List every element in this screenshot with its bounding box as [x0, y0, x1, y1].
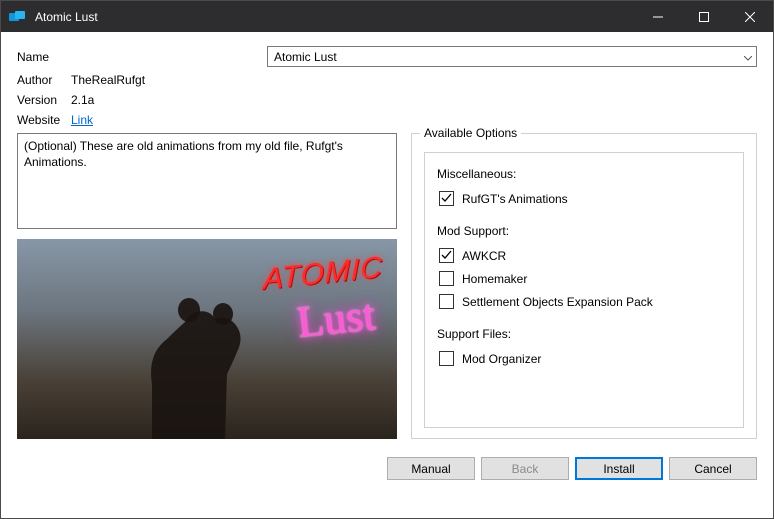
name-label: Name	[17, 50, 71, 64]
minimize-button[interactable]	[635, 1, 681, 32]
preview-image: ATOMIC Lust	[17, 239, 397, 439]
maximize-button[interactable]	[681, 1, 727, 32]
options-inner-box: Miscellaneous: RufGT's Animations Mod Su…	[424, 152, 744, 428]
checkbox-checked-icon	[439, 191, 454, 206]
checkbox-unchecked-icon	[439, 351, 454, 366]
preview-logo-bottom: Lust	[294, 289, 377, 348]
option-rufgts-animations[interactable]: RufGT's Animations	[439, 191, 731, 206]
option-label: Homemaker	[462, 272, 527, 286]
window-controls	[635, 1, 773, 32]
option-label: RufGT's Animations	[462, 192, 568, 206]
checkbox-unchecked-icon	[439, 294, 454, 309]
titlebar: Atomic Lust	[1, 1, 773, 32]
section-support-files-label: Support Files:	[437, 327, 731, 341]
checkbox-unchecked-icon	[439, 271, 454, 286]
option-awkcr[interactable]: AWKCR	[439, 248, 731, 263]
install-button[interactable]: Install	[575, 457, 663, 480]
cancel-button[interactable]: Cancel	[669, 457, 757, 480]
name-select[interactable]: Atomic Lust	[267, 46, 757, 67]
version-value: 2.1a	[71, 93, 94, 107]
available-options-legend: Available Options	[420, 126, 521, 140]
description-box[interactable]: (Optional) These are old animations from…	[17, 133, 397, 229]
preview-silhouette	[97, 274, 277, 439]
option-homemaker[interactable]: Homemaker	[439, 271, 731, 286]
back-button[interactable]: Back	[481, 457, 569, 480]
section-mod-support-label: Mod Support:	[437, 224, 731, 238]
chevron-down-icon	[744, 50, 752, 64]
author-value: TheRealRufgt	[71, 73, 145, 87]
manual-button[interactable]: Manual	[387, 457, 475, 480]
option-label: Mod Organizer	[462, 352, 541, 366]
window-title: Atomic Lust	[35, 10, 635, 24]
close-button[interactable]	[727, 1, 773, 32]
option-mod-organizer[interactable]: Mod Organizer	[439, 351, 731, 366]
available-options-fieldset: Available Options Miscellaneous: RufGT's…	[411, 133, 757, 439]
option-settlement-objects[interactable]: Settlement Objects Expansion Pack	[439, 294, 731, 309]
website-link[interactable]: Link	[71, 113, 93, 127]
footer-buttons: Manual Back Install Cancel	[1, 457, 773, 492]
option-label: Settlement Objects Expansion Pack	[462, 295, 653, 309]
option-label: AWKCR	[462, 249, 506, 263]
website-label: Website	[17, 113, 71, 127]
checkbox-checked-icon	[439, 248, 454, 263]
name-select-value: Atomic Lust	[274, 50, 337, 64]
section-miscellaneous-label: Miscellaneous:	[437, 167, 731, 181]
author-label: Author	[17, 73, 71, 87]
version-label: Version	[17, 93, 71, 107]
app-icon	[9, 11, 27, 23]
